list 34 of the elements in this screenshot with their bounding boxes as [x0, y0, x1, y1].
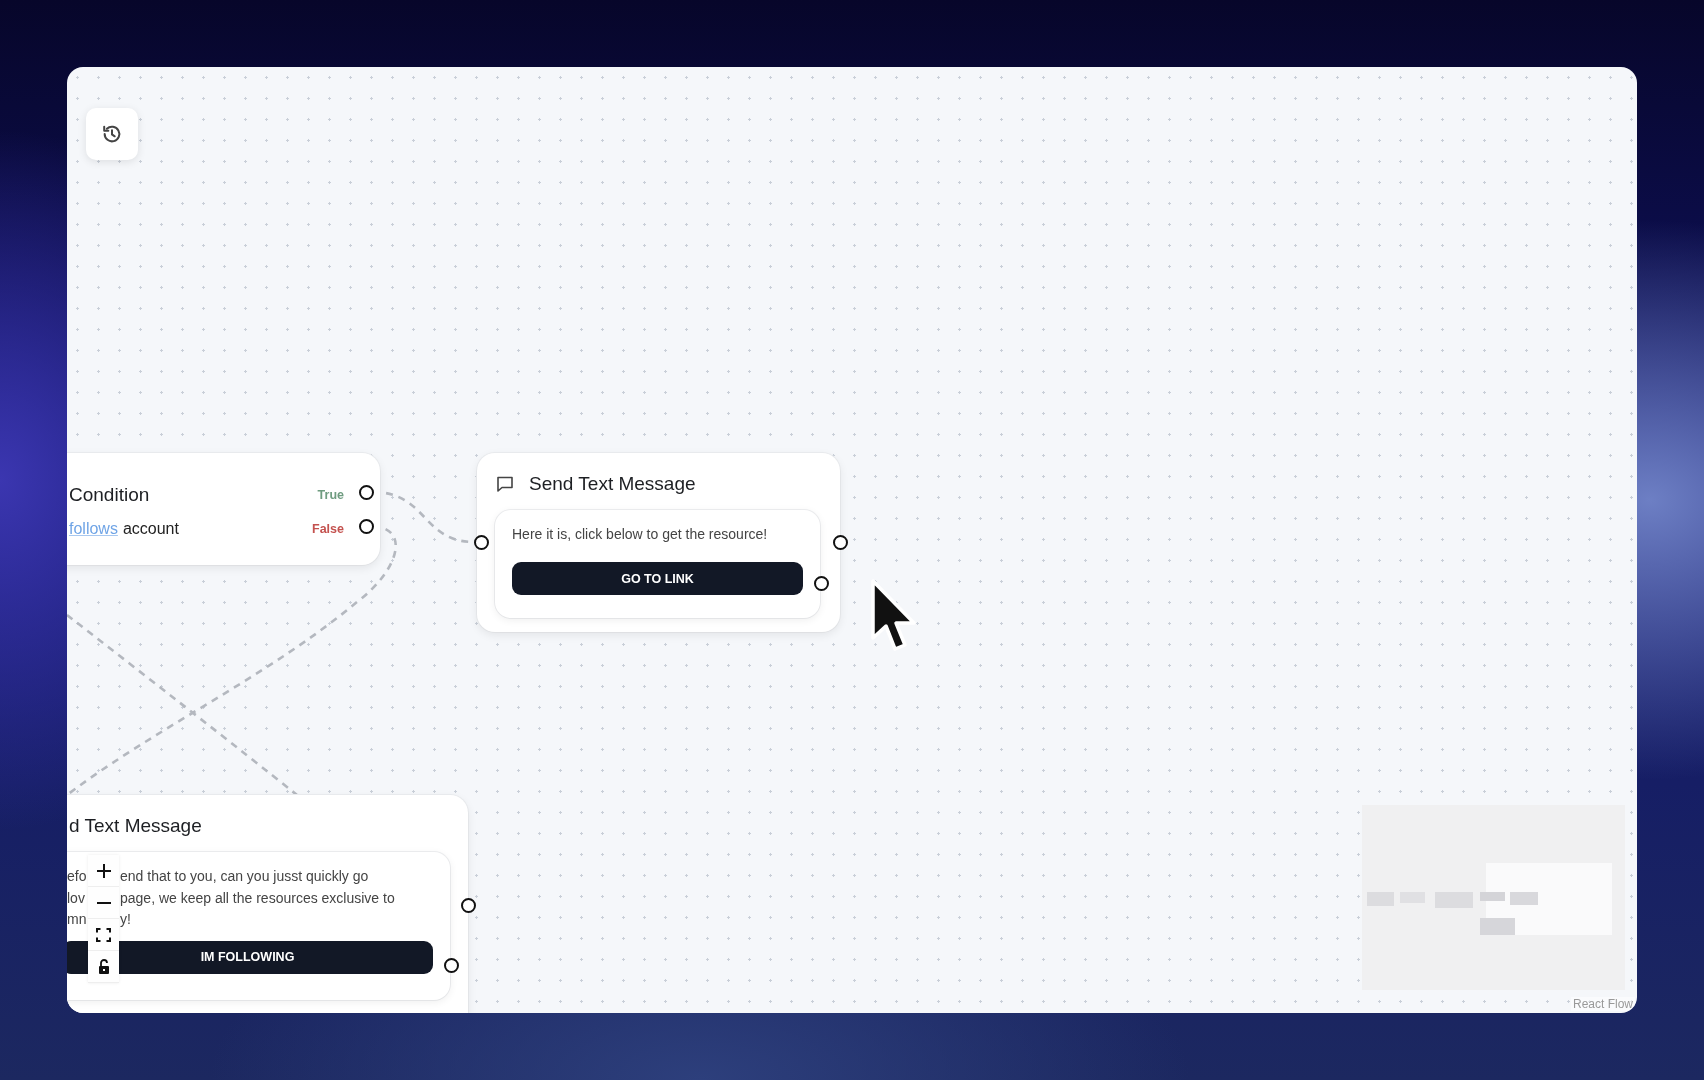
link-button[interactable]: GO TO LINK — [512, 562, 803, 595]
plus-icon — [95, 862, 112, 879]
link-button[interactable]: IM FOLLOWING — [67, 940, 433, 974]
output-handle[interactable] — [359, 485, 374, 500]
message-text: y! — [120, 910, 131, 929]
chat-bubble-icon — [495, 474, 515, 494]
output-label: False — [312, 521, 344, 538]
node-title: Condition — [69, 484, 150, 506]
history-button[interactable] — [86, 108, 138, 160]
fit-view-button[interactable] — [88, 919, 119, 951]
message-text: page, we keep all the resources exclusive to — [120, 888, 395, 908]
zoom-out-button[interactable] — [88, 887, 119, 919]
fit-view-icon — [96, 927, 111, 942]
message-text: Here it is, click below to get the resource! — [512, 525, 768, 544]
history-icon — [101, 123, 123, 145]
condition-node[interactable]: Condition follows account True False — [67, 453, 380, 565]
lock-button[interactable] — [88, 951, 119, 983]
zoom-in-button[interactable] — [88, 855, 119, 887]
minus-icon — [95, 900, 112, 905]
node-title: Send Text Message — [529, 473, 696, 495]
message-node[interactable]: Send Text Message Here it is, click below to get the resource! GO TO LINK — [477, 453, 840, 632]
output-handle[interactable] — [359, 519, 374, 534]
message-text: efo — [67, 867, 87, 886]
button-handle[interactable] — [814, 576, 829, 591]
message-text: lov — [67, 888, 86, 908]
condition-text: account — [122, 520, 179, 538]
input-handle[interactable] — [474, 535, 489, 550]
button-handle[interactable] — [444, 958, 459, 973]
message-text: mn — [67, 910, 87, 929]
unlocked-icon — [97, 958, 110, 975]
output-label: True — [317, 487, 344, 504]
node-title: d Text Message — [69, 815, 202, 837]
message-text: end that to you, can you jusst quickly go — [120, 867, 369, 886]
message-node[interactable]: d Text Message efo end that to you, can you jusst quickly go lov page, we keep all the resources exclusive to mn y! IM FOLLOWING — [67, 795, 468, 1013]
